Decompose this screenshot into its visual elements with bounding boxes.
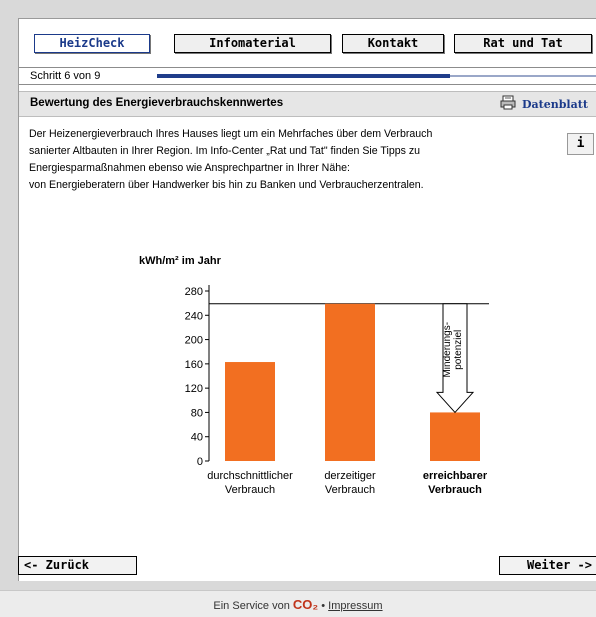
- tab-rat-und-tat[interactable]: Rat und Tat: [454, 34, 592, 53]
- section-header: Bewertung des Energieverbrauchskennwerte…: [19, 91, 596, 117]
- co2-logo: CO₂: [292, 597, 319, 612]
- intro-line: von Energieberatern über Handwerker bis …: [29, 179, 424, 191]
- bar: [225, 362, 275, 461]
- printer-icon[interactable]: [500, 95, 516, 110]
- y-tick-label: 80: [191, 407, 203, 419]
- x-category-label: erreichbarer: [423, 470, 488, 482]
- x-category-label: durchschnittlicher: [207, 470, 293, 482]
- next-button[interactable]: Weiter ->: [499, 556, 596, 575]
- y-tick-label: 200: [185, 335, 203, 347]
- info-button[interactable]: i: [567, 133, 594, 155]
- progress-remaining: [450, 75, 596, 77]
- bar: [430, 412, 480, 461]
- intro-line: sanierter Altbauten in Ihrer Region. Im …: [29, 145, 421, 157]
- step-indicator: Schritt 6 von 9: [19, 67, 596, 85]
- footer: Ein Service von CO₂ • Impressum: [0, 590, 596, 617]
- back-button[interactable]: <- Zurück: [18, 556, 137, 575]
- arrow-label: potenziel: [453, 330, 464, 370]
- impressum-link[interactable]: Impressum: [328, 600, 382, 612]
- x-category-label: Verbrauch: [225, 484, 275, 496]
- y-tick-label: 120: [185, 383, 203, 395]
- x-category-label: derzeitiger: [324, 470, 376, 482]
- reduction-arrow: Minderungs-potenziel: [435, 303, 475, 414]
- footer-prefix: Ein Service von: [213, 600, 290, 612]
- y-tick-label: 280: [185, 286, 203, 298]
- intro-line: Energiesparmaßnahmen ebenso wie Ansprech…: [29, 162, 350, 174]
- main-panel: HeizCheck Infomaterial Kontakt Rat und T…: [18, 18, 596, 581]
- step-text: Schritt 6 von 9: [30, 70, 101, 82]
- x-axis-labels: durchschnittlicher Verbrauch derzeitiger Ve…: [207, 470, 488, 496]
- arrow-label: Minderungs-: [442, 322, 453, 378]
- intro-line: Der Heizenergieverbrauch Ihres Hauses li…: [29, 128, 433, 140]
- progress-bar: [157, 74, 450, 78]
- tab-heizcheck[interactable]: HeizCheck: [34, 34, 150, 53]
- x-category-label: Verbrauch: [325, 484, 375, 496]
- x-category-label: Verbrauch: [428, 484, 482, 496]
- section-title: Bewertung des Energieverbrauchskennwerte…: [30, 97, 284, 109]
- tab-infomaterial[interactable]: Infomaterial: [174, 34, 331, 53]
- tab-kontakt[interactable]: Kontakt: [342, 34, 444, 53]
- y-tick-label: 40: [191, 432, 203, 444]
- bar: [325, 303, 375, 461]
- datasheet-link[interactable]: Datenblatt: [522, 98, 588, 111]
- y-axis-label: kWh/m² im Jahr: [139, 255, 222, 267]
- consumption-chart: kWh/m² im Jahr 0 40 80 120 160 200 240 280 Mind…: [139, 255, 489, 496]
- y-tick-label: 240: [185, 310, 203, 322]
- footer-separator: •: [321, 600, 326, 612]
- intro-text: Der Heizenergieverbrauch Ihres Hauses li…: [29, 126, 549, 194]
- y-tick-label: 0: [197, 456, 203, 468]
- y-tick-label: 160: [185, 359, 203, 371]
